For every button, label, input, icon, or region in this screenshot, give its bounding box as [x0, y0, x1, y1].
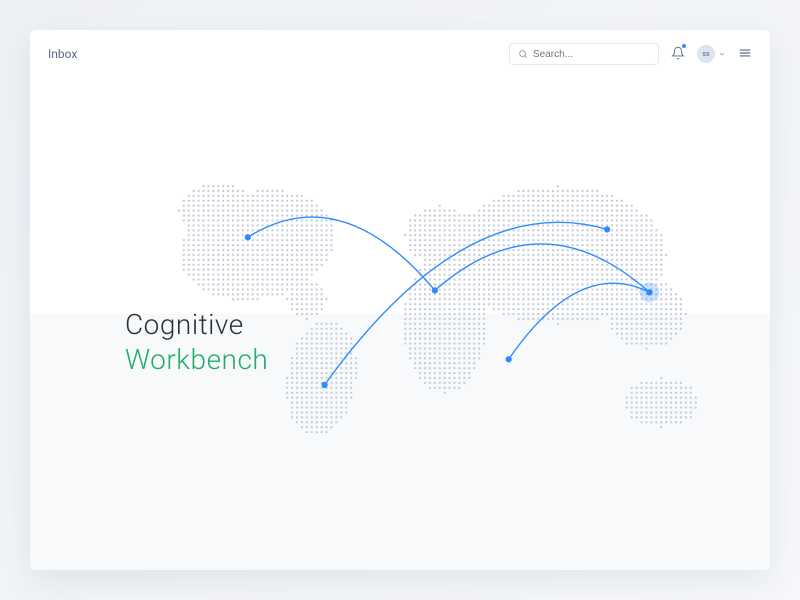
content: Cognitive Workbench	[30, 78, 770, 570]
user-menu[interactable]: ss	[697, 45, 726, 63]
bell-icon	[671, 46, 685, 60]
map-arcs	[248, 217, 650, 385]
topbar: Inbox ss	[30, 30, 770, 78]
search-input[interactable]	[533, 49, 650, 60]
avatar: ss	[697, 45, 715, 63]
notifications-button[interactable]	[671, 45, 685, 64]
hamburger-icon	[738, 46, 752, 60]
hero-headline: Cognitive Workbench	[125, 308, 268, 376]
chevron-down-icon	[718, 50, 726, 58]
topbar-actions: ss	[509, 43, 752, 65]
notification-dot-icon	[682, 44, 686, 48]
hero-line2: Workbench	[125, 343, 268, 376]
hero-line1: Cognitive	[125, 308, 268, 341]
page-title: Inbox	[48, 47, 77, 61]
app-window: Inbox ss	[30, 30, 770, 570]
search-input-wrap[interactable]	[509, 43, 659, 65]
menu-button[interactable]	[738, 45, 752, 64]
search-icon	[518, 49, 528, 59]
